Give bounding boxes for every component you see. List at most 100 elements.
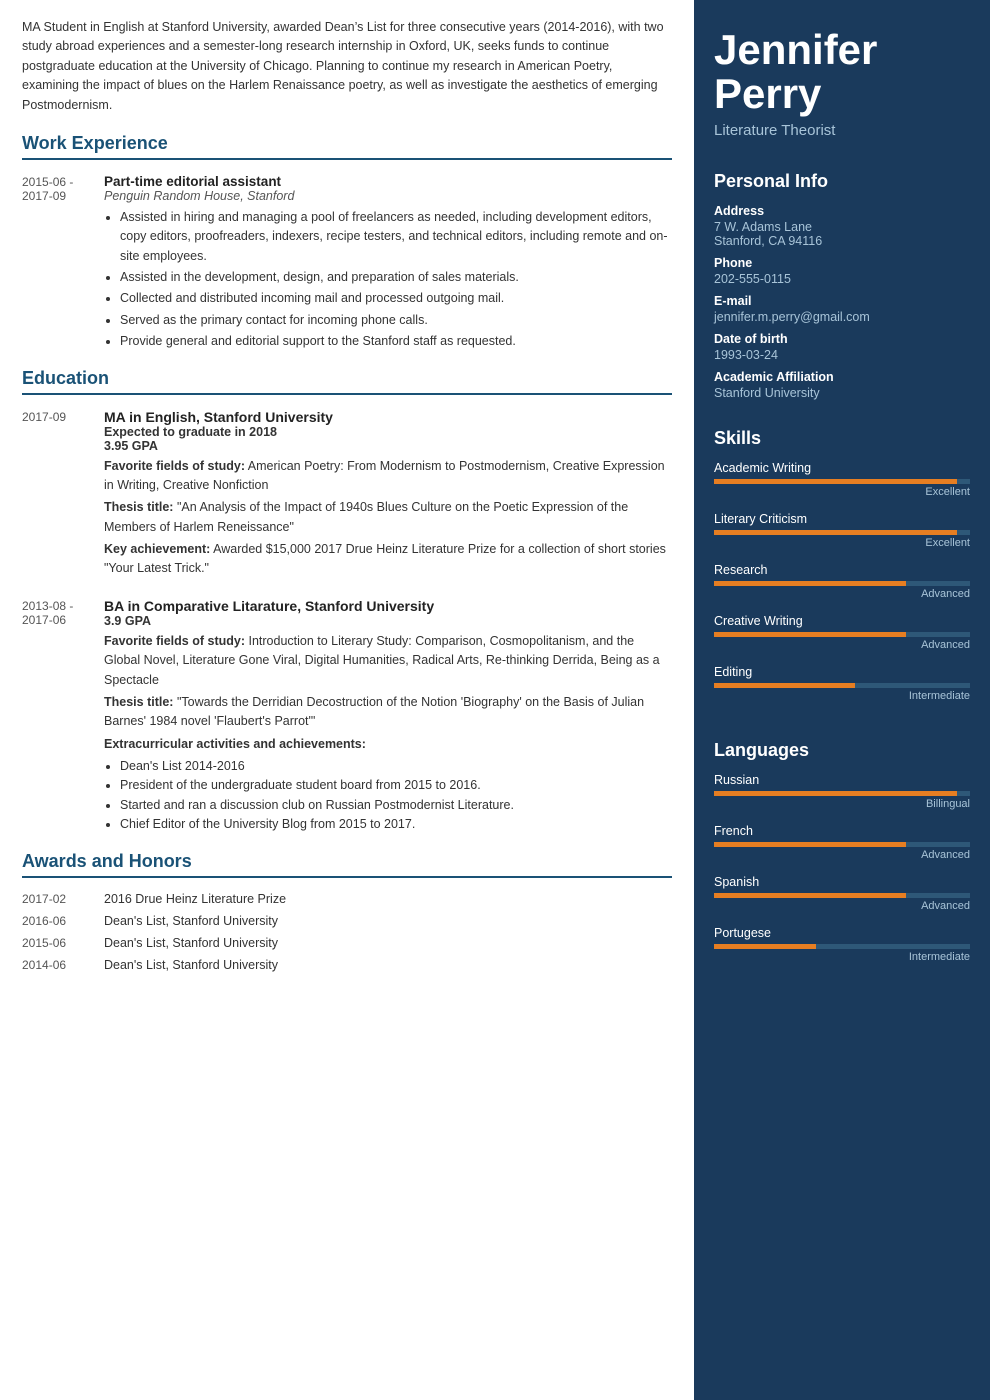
awards-title: Awards and Honors	[22, 851, 672, 878]
award-date: 2017-02	[22, 892, 104, 906]
education-section: Education 2017-09 MA in English, Stanfor…	[22, 368, 672, 835]
language-bar-fill	[714, 944, 816, 949]
skill-bar-fill	[714, 479, 957, 484]
language-item: Spanish Advanced	[714, 875, 970, 912]
work-experience-title: Work Experience	[22, 133, 672, 160]
awards-section: Awards and Honors 2017-02 2016 Drue Hein…	[22, 851, 672, 972]
bullet-item: Assisted in the development, design, and…	[120, 268, 672, 287]
work-entry-content: Part-time editorial assistant Penguin Ra…	[104, 174, 672, 354]
award-text: Dean's List, Stanford University	[104, 914, 278, 928]
skills-container: Academic Writing Excellent Literary Crit…	[714, 461, 970, 702]
phone-value: 202-555-0115	[714, 272, 970, 286]
award-text: Dean's List, Stanford University	[104, 936, 278, 950]
award-entry: 2014-06 Dean's List, Stanford University	[22, 958, 672, 972]
skill-item: Literary Criticism Excellent	[714, 512, 970, 549]
award-entry: 2017-02 2016 Drue Heinz Literature Prize	[22, 892, 672, 906]
skill-level: Excellent	[714, 537, 970, 549]
edu-date-ba: 2013-08 -2017-06	[22, 598, 104, 835]
skill-level: Advanced	[714, 588, 970, 600]
award-date: 2015-06	[22, 936, 104, 950]
language-bar-fill	[714, 842, 906, 847]
skill-bar-fill	[714, 581, 906, 586]
edu-content-ma: MA in English, Stanford University Expec…	[104, 409, 672, 582]
work-entry-date: 2015-06 -2017-09	[22, 174, 104, 354]
language-bar-fill	[714, 893, 906, 898]
dob-label: Date of birth	[714, 332, 970, 346]
work-entry-subtitle: Penguin Random House, Stanford	[104, 189, 672, 203]
profile-last-name: Perry	[714, 70, 821, 117]
language-name: Portugese	[714, 926, 970, 940]
edu-bullet: Started and ran a discussion club on Rus…	[120, 796, 672, 815]
right-panel: Jennifer Perry Literature Theorist Perso…	[694, 0, 990, 1400]
email-value: jennifer.m.perry@gmail.com	[714, 310, 970, 324]
language-item: Russian Billingual	[714, 773, 970, 810]
skill-item: Creative Writing Advanced	[714, 614, 970, 651]
skill-item: Academic Writing Excellent	[714, 461, 970, 498]
left-panel: MA Student in English at Stanford Univer…	[0, 0, 694, 1400]
edu-date-ma: 2017-09	[22, 409, 104, 582]
summary-text: MA Student in English at Stanford Univer…	[22, 18, 672, 115]
edu-gpa-ba: 3.9 GPA	[104, 614, 672, 628]
edu-thesis-ba: Thesis title: "Towards the Derridian Dec…	[104, 693, 672, 732]
edu-achievement-ma: Key achievement: Awarded $15,000 2017 Dr…	[104, 540, 672, 579]
award-entry: 2015-06 Dean's List, Stanford University	[22, 936, 672, 950]
address-value: 7 W. Adams Lane Stanford, CA 94116	[714, 220, 970, 248]
edu-favorite-ba: Favorite fields of study: Introduction t…	[104, 632, 672, 690]
edu-bullet: Dean's List 2014-2016	[120, 757, 672, 776]
bullet-item: Collected and distributed incoming mail …	[120, 289, 672, 308]
language-bar-container	[714, 791, 970, 796]
edu-gpa-ma: 3.95 GPA	[104, 439, 672, 453]
affiliation-label: Academic Affiliation	[714, 370, 970, 384]
phone-label: Phone	[714, 256, 970, 270]
edu-thesis-ma: Thesis title: "An Analysis of the Impact…	[104, 498, 672, 537]
skill-level: Excellent	[714, 486, 970, 498]
skill-bar-container	[714, 530, 970, 535]
language-level: Advanced	[714, 849, 970, 861]
work-entry: 2015-06 -2017-09 Part-time editorial ass…	[22, 174, 672, 354]
skill-name: Literary Criticism	[714, 512, 970, 526]
edu-bullet: Chief Editor of the University Blog from…	[120, 815, 672, 834]
skill-item: Research Advanced	[714, 563, 970, 600]
email-label: E-mail	[714, 294, 970, 308]
profile-first-name: Jennifer	[714, 26, 877, 73]
bullet-item: Served as the primary contact for incomi…	[120, 311, 672, 330]
language-name: Russian	[714, 773, 970, 787]
affiliation-value: Stanford University	[714, 386, 970, 400]
skill-name: Research	[714, 563, 970, 577]
award-entry: 2016-06 Dean's List, Stanford University	[22, 914, 672, 928]
languages-container: Russian Billingual French Advanced Spani…	[714, 773, 970, 963]
profile-title: Literature Theorist	[714, 122, 970, 139]
skill-level: Advanced	[714, 639, 970, 651]
edu-content-ba: BA in Comparative Litarature, Stanford U…	[104, 598, 672, 835]
work-entry-bullets: Assisted in hiring and managing a pool o…	[104, 208, 672, 352]
skill-name: Academic Writing	[714, 461, 970, 475]
edu-favorite-ma: Favorite fields of study: American Poetr…	[104, 457, 672, 496]
award-date: 2016-06	[22, 914, 104, 928]
skills-title: Skills	[714, 428, 970, 449]
edu-extracurricular-label: Extracurricular activities and achieveme…	[104, 735, 672, 754]
skill-bar-fill	[714, 632, 906, 637]
award-text: 2016 Drue Heinz Literature Prize	[104, 892, 286, 906]
award-date: 2014-06	[22, 958, 104, 972]
language-bar-container	[714, 944, 970, 949]
skill-bar-fill	[714, 683, 855, 688]
skill-bar-container	[714, 479, 970, 484]
profile-header: Jennifer Perry Literature Theorist	[694, 0, 990, 157]
edu-entry-ma: 2017-09 MA in English, Stanford Universi…	[22, 409, 672, 582]
language-name: French	[714, 824, 970, 838]
language-item: Portugese Intermediate	[714, 926, 970, 963]
skill-bar-container	[714, 581, 970, 586]
dob-value: 1993-03-24	[714, 348, 970, 362]
work-experience-section: Work Experience 2015-06 -2017-09 Part-ti…	[22, 133, 672, 354]
edu-title-ma: MA in English, Stanford University	[104, 409, 672, 425]
skills-section: Skills Academic Writing Excellent Litera…	[694, 414, 990, 726]
edu-title-ba: BA in Comparative Litarature, Stanford U…	[104, 598, 672, 614]
skill-level: Intermediate	[714, 690, 970, 702]
work-entry-title: Part-time editorial assistant	[104, 174, 672, 189]
language-bar-container	[714, 842, 970, 847]
skill-bar-container	[714, 683, 970, 688]
language-name: Spanish	[714, 875, 970, 889]
languages-section: Languages Russian Billingual French Adva…	[694, 726, 990, 987]
edu-bullet: President of the undergraduate student b…	[120, 776, 672, 795]
language-bar-fill	[714, 791, 957, 796]
